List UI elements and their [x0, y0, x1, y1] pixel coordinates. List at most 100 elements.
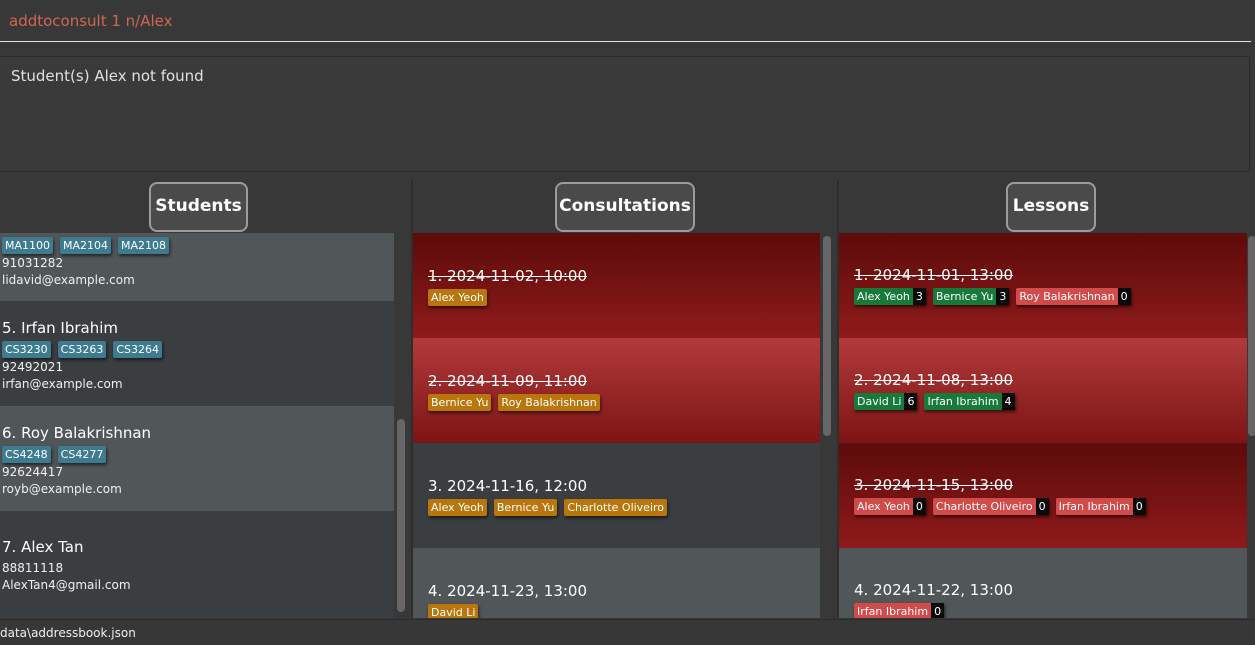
lesson-card[interactable]: 2. 2024-11-08, 13:00 David Li 6 Irfan Ibr… [839, 338, 1247, 443]
command-input[interactable] [0, 0, 1251, 42]
module-tag: MA2104 [60, 237, 112, 254]
lesson-students: Alex Yeoh 3 Bernice Yu 3 Roy Balakrishnan 0 [854, 288, 1131, 305]
consultation-title: 2. 2024-11-09, 11:00 [428, 372, 588, 390]
student-card[interactable]: 5. Irfan Ibrahim CS3230 CS3263 CS3264 92… [0, 301, 394, 406]
participation-count: 0 [1132, 498, 1146, 515]
participation-count: 3 [996, 288, 1010, 305]
consultation-card[interactable]: 1. 2024-11-02, 10:00 Alex Yeoh [413, 233, 820, 338]
students-panel: Students MA1100 MA2104 MA2108 91031282 l… [0, 180, 410, 618]
consultation-title: 4. 2024-11-23, 13:00 [428, 582, 588, 600]
student-tags: MA1100 MA2104 MA2108 [2, 237, 170, 254]
module-tag: MA2108 [118, 237, 170, 254]
lessons-scrollbar-thumb[interactable] [1248, 236, 1255, 436]
student-email: irfan@example.com [2, 377, 123, 391]
student-name: 7. Alex Tan [2, 538, 84, 556]
student-tag: Charlotte Oliveiro [564, 499, 668, 516]
command-box [0, 0, 1255, 44]
lesson-title: 4. 2024-11-22, 13:00 [854, 581, 1014, 599]
participation-count: 0 [931, 603, 945, 618]
module-tag: CS4277 [57, 446, 107, 463]
save-location: data\addressbook.json [0, 626, 136, 640]
student-name-tag: Irfan Ibrahim [924, 393, 1002, 410]
lesson-title: 2. 2024-11-08, 13:00 [854, 371, 1014, 389]
participation-count: 4 [1001, 393, 1015, 410]
lessons-list[interactable]: 1. 2024-11-01, 13:00 Alex Yeoh 3 Bernice … [839, 233, 1247, 618]
lessons-panel-header: Lessons [1006, 182, 1096, 232]
consultations-scrollbar[interactable] [820, 233, 834, 618]
participation-count: 6 [904, 393, 918, 410]
consultation-students: Bernice Yu Roy Balakrishnan [428, 394, 600, 411]
lessons-scrollbar[interactable] [1247, 233, 1255, 618]
module-tag: CS3263 [57, 341, 107, 358]
participation-count: 3 [912, 288, 926, 305]
student-phone: 88811118 [2, 561, 64, 575]
student-name-tag: Bernice Yu [932, 288, 997, 305]
participation-count: 0 [1117, 288, 1131, 305]
student-name-tag: Roy Balakrishnan [1016, 288, 1118, 305]
attendance-tag: Alex Yeoh 0 [854, 498, 926, 515]
lessons-panel: Lessons 1. 2024-11-01, 13:00 Alex Yeoh 3 … [837, 180, 1255, 618]
lesson-students: Alex Yeoh 0 Charlotte Oliveiro 0 Irfan Ibr… [854, 498, 1146, 515]
attendance-tag: Alex Yeoh 3 [854, 288, 926, 305]
student-card[interactable]: MA1100 MA2104 MA2108 91031282 lidavid@ex… [0, 233, 394, 301]
attendance-tag: Roy Balakrishnan 0 [1016, 288, 1131, 305]
student-name-tag: Alex Yeoh [854, 288, 913, 305]
attendance-tag: Charlotte Oliveiro 0 [932, 498, 1049, 515]
students-scrollbar[interactable] [394, 233, 408, 618]
consultation-title: 1. 2024-11-02, 10:00 [428, 267, 588, 285]
consultation-title: 3. 2024-11-16, 12:00 [428, 477, 588, 495]
student-card[interactable]: 7. Alex Tan 88811118 AlexTan4@gmail.com [0, 511, 394, 618]
student-name-tag: Charlotte Oliveiro [932, 498, 1036, 515]
lesson-title: 1. 2024-11-01, 13:00 [854, 266, 1014, 284]
student-name-tag: Irfan Ibrahim [1055, 498, 1133, 515]
module-tag: MA1100 [2, 237, 54, 254]
student-email: lidavid@example.com [2, 273, 135, 287]
module-tag: CS3230 [2, 341, 51, 358]
student-name-tag: David Li [854, 393, 905, 410]
attendance-tag: Irfan Ibrahim 4 [924, 393, 1015, 410]
consultation-card[interactable]: 4. 2024-11-23, 13:00 David Li [413, 548, 820, 618]
consultations-list[interactable]: 1. 2024-11-02, 10:00 Alex Yeoh 2. 2024-1… [413, 233, 820, 618]
student-tag: Alex Yeoh [428, 289, 487, 306]
attendance-tag: David Li 6 [854, 393, 918, 410]
students-scrollbar-thumb[interactable] [397, 419, 405, 612]
student-tags: CS4248 CS4277 [2, 446, 107, 463]
lesson-title: 3. 2024-11-15, 13:00 [854, 476, 1014, 494]
lesson-card[interactable]: 4. 2024-11-22, 13:00 Irfan Ibrahim 0 [839, 548, 1247, 618]
student-name: 6. Roy Balakrishnan [2, 424, 152, 442]
status-bar: data\addressbook.json [0, 619, 1255, 645]
consultation-card[interactable]: 2. 2024-11-09, 11:00 Bernice Yu Roy Bala… [413, 338, 820, 443]
consultations-scrollbar-thumb[interactable] [823, 236, 831, 436]
student-phone: 91031282 [2, 256, 64, 270]
participation-count: 0 [912, 498, 926, 515]
result-display[interactable]: Student(s) Alex not found [0, 56, 1250, 172]
student-tag: David Li [428, 604, 479, 618]
student-email: royb@example.com [2, 482, 122, 496]
consultation-card[interactable]: 3. 2024-11-16, 12:00 Alex Yeoh Bernice Y… [413, 443, 820, 548]
consultation-students: Alex Yeoh [428, 289, 487, 306]
attendance-tag: Bernice Yu 3 [932, 288, 1010, 305]
student-card[interactable]: 6. Roy Balakrishnan CS4248 CS4277 926244… [0, 406, 394, 511]
consultations-panel: Consultations 1. 2024-11-02, 10:00 Alex … [411, 180, 836, 618]
student-phone: 92624417 [2, 465, 64, 479]
student-name-tag: Alex Yeoh [854, 498, 913, 515]
students-list[interactable]: MA1100 MA2104 MA2108 91031282 lidavid@ex… [0, 233, 394, 618]
lesson-card[interactable]: 1. 2024-11-01, 13:00 Alex Yeoh 3 Bernice … [839, 233, 1247, 338]
student-tag: Bernice Yu [493, 499, 558, 516]
lesson-card[interactable]: 3. 2024-11-15, 13:00 Alex Yeoh 0 Charlott… [839, 443, 1247, 548]
students-panel-header: Students [149, 182, 248, 232]
lesson-students: Irfan Ibrahim 0 [854, 603, 945, 618]
result-message: Student(s) Alex not found [11, 67, 204, 85]
student-name: 5. Irfan Ibrahim [2, 319, 119, 337]
student-name-tag: Irfan Ibrahim [854, 603, 932, 618]
student-tag: Roy Balakrishnan [498, 394, 600, 411]
attendance-tag: Irfan Ibrahim 0 [854, 603, 945, 618]
student-tags: CS3230 CS3263 CS3264 [2, 341, 163, 358]
lesson-students: David Li 6 Irfan Ibrahim 4 [854, 393, 1015, 410]
module-tag: CS3264 [113, 341, 163, 358]
student-tag: Bernice Yu [428, 394, 492, 411]
consultations-panel-header: Consultations [555, 182, 695, 232]
consultation-students: David Li [428, 604, 479, 618]
student-phone: 92492021 [2, 360, 64, 374]
module-tag: CS4248 [2, 446, 51, 463]
